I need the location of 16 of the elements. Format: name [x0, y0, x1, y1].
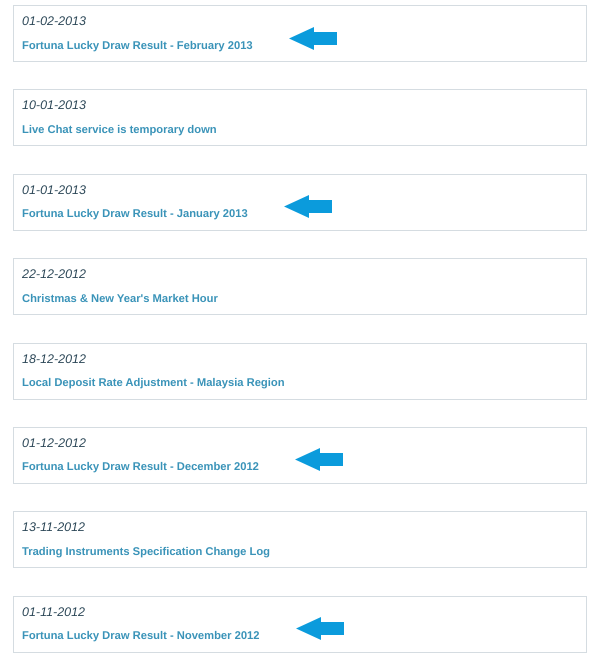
- news-date: 01-11-2012: [22, 604, 86, 621]
- news-title-link[interactable]: Fortuna Lucky Draw Result - January 2013: [22, 208, 248, 220]
- news-title-link[interactable]: Local Deposit Rate Adjustment - Malaysia Region: [22, 377, 285, 390]
- news-title-link[interactable]: Live Chat service is temporary down: [22, 124, 217, 136]
- news-date: 22-12-2012: [22, 266, 87, 284]
- news-date: 01-12-2012: [22, 434, 87, 452]
- news-title-link[interactable]: Fortuna Lucky Draw Result - February 2013: [22, 40, 253, 52]
- news-date: 01-01-2013: [22, 182, 87, 199]
- news-date: 13-11-2012: [22, 519, 86, 536]
- news-date: 10-01-2013: [22, 97, 87, 114]
- news-date: 18-12-2012: [22, 350, 87, 368]
- news-title-link[interactable]: Trading Instruments Specification Change Log: [22, 546, 270, 558]
- news-date: 01-02-2013: [22, 13, 87, 30]
- news-title-link[interactable]: Fortuna Lucky Draw Result - November 2012: [22, 630, 260, 642]
- news-title-link[interactable]: Fortuna Lucky Draw Result - December 2012: [22, 461, 259, 474]
- news-title-link[interactable]: Christmas & New Year's Market Hour: [22, 292, 218, 305]
